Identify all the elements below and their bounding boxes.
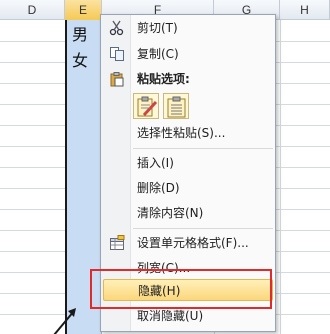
menu-item-copy[interactable]: 复制(C) — [103, 43, 273, 65]
menu-item-clear-contents[interactable]: 清除内容(N) — [103, 202, 273, 224]
menu-item-copy-label: 复制(C) — [137, 47, 179, 61]
hide-item-annotation-box — [90, 269, 272, 309]
paste-options-title: 粘贴选项: — [137, 72, 190, 86]
cell-e2[interactable]: 女 — [72, 47, 88, 71]
menu-item-clear-label: 清除内容(N) — [137, 206, 204, 220]
copy-icon — [110, 47, 124, 61]
menu-paste-options-header: 粘贴选项: — [103, 68, 273, 90]
menu-separator — [133, 148, 273, 149]
menu-item-delete[interactable]: 删除(D) — [103, 177, 273, 199]
menu-item-unhide-label: 取消隐藏(U) — [137, 309, 204, 323]
menu-item-paste-special-label: 选择性粘贴(S)... — [137, 126, 226, 140]
scissors-icon — [109, 20, 124, 36]
menu-separator — [133, 228, 273, 229]
menu-item-delete-label: 删除(D) — [137, 181, 180, 195]
menu-item-format-cells-label: 设置单元格格式(F)... — [137, 236, 249, 250]
menu-item-format-cells[interactable]: 设置单元格格式(F)... — [103, 232, 273, 254]
menu-item-paste-special[interactable]: 选择性粘贴(S)... — [103, 122, 273, 144]
pointer-arrow-icon — [53, 308, 76, 334]
menu-item-cut[interactable]: 剪切(T) — [103, 17, 273, 39]
column-header-e[interactable]: E — [65, 0, 102, 20]
menu-item-insert[interactable]: 插入(I) — [103, 152, 273, 174]
clipboard-icon — [110, 72, 124, 87]
menu-item-insert-label: 插入(I) — [137, 156, 174, 170]
column-header-h[interactable]: H — [280, 0, 330, 20]
cell-e1[interactable]: 男 — [72, 21, 88, 45]
paste-values-icon[interactable] — [163, 93, 189, 119]
paste-formatting-icon[interactable] — [133, 93, 159, 119]
format-cells-icon — [110, 235, 125, 250]
column-header-d[interactable]: D — [0, 0, 65, 20]
menu-item-cut-label: 剪切(T) — [137, 21, 178, 35]
